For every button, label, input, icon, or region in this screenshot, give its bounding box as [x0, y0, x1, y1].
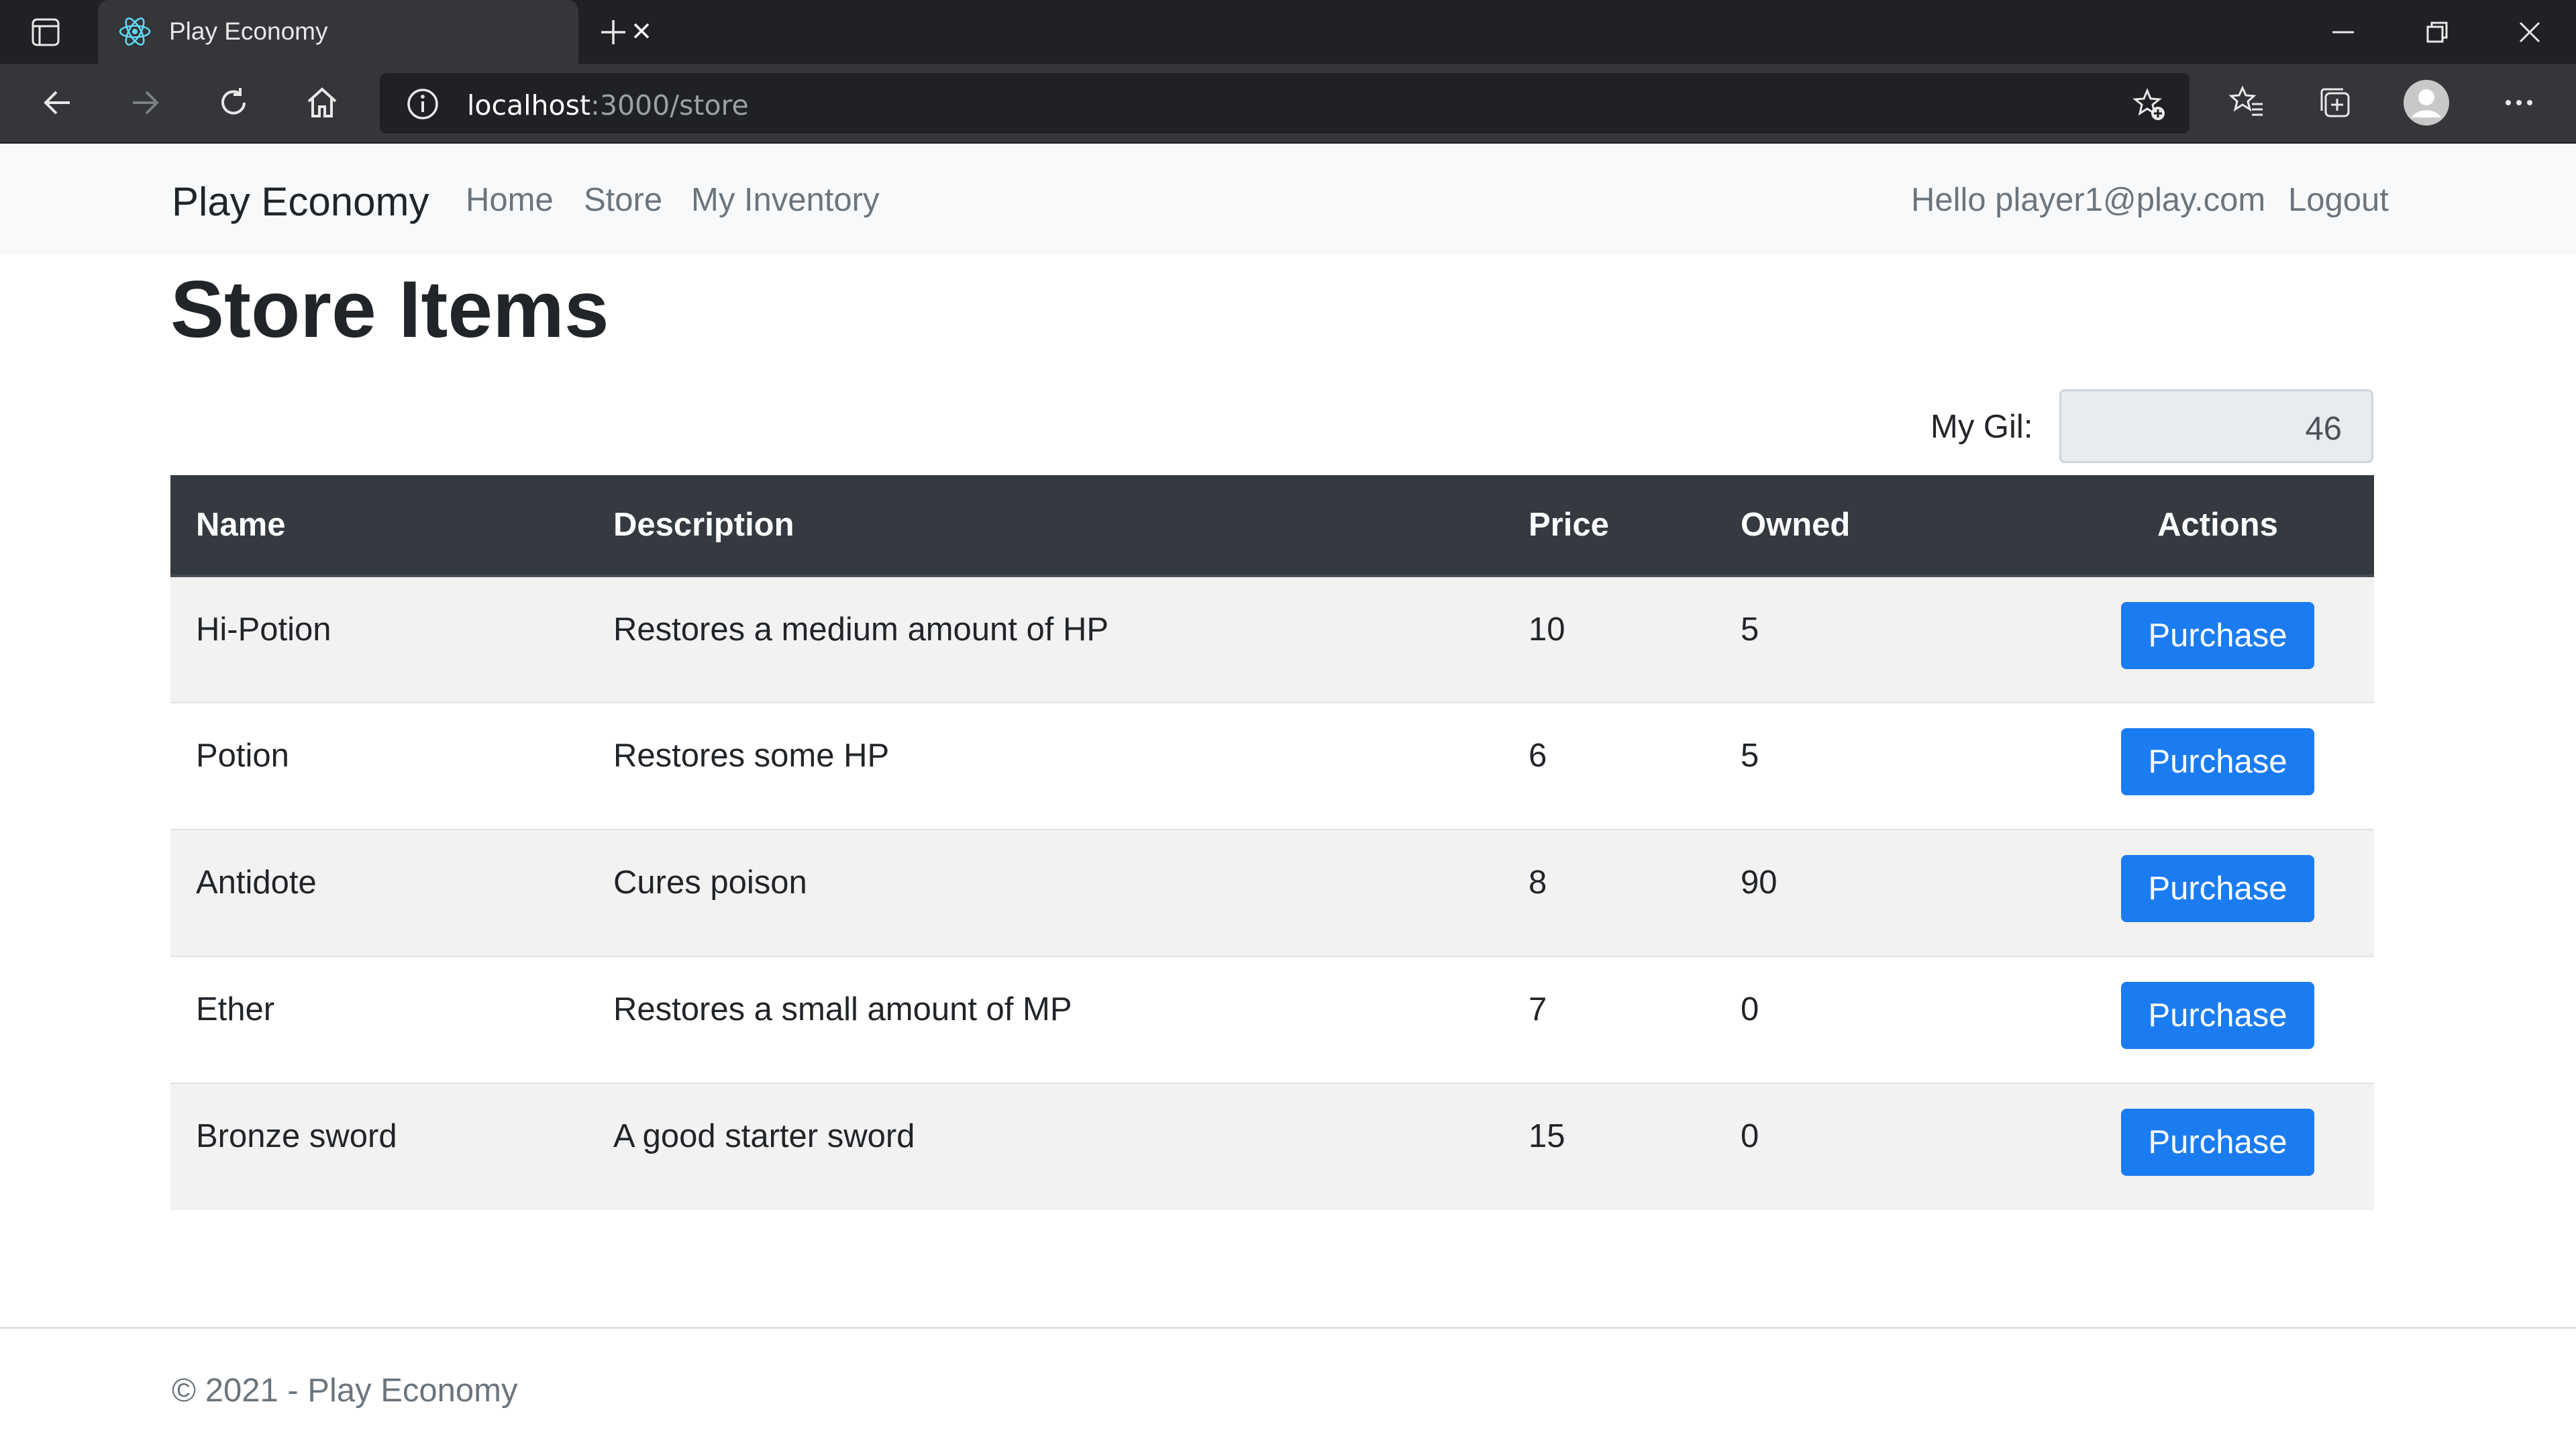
- item-owned: 5: [1715, 575, 2061, 703]
- add-favorite-icon[interactable]: [2131, 87, 2169, 128]
- more-options-icon[interactable]: [2500, 84, 2538, 125]
- item-description: A good starter sword: [588, 1083, 1503, 1210]
- url-text[interactable]: localhost:3000/store: [467, 89, 749, 121]
- page-title: Store Items: [170, 264, 609, 354]
- item-name: Bronze sword: [170, 1083, 588, 1210]
- react-icon: [118, 15, 152, 52]
- minimize-icon[interactable]: [2328, 17, 2358, 50]
- forward-icon[interactable]: [126, 84, 164, 125]
- back-icon[interactable]: [39, 84, 76, 125]
- purchase-button[interactable]: Purchase: [2121, 602, 2314, 669]
- table-row: Potion Restores some HP 6 5 Purchase: [170, 702, 2374, 830]
- store-items-table: Name Description Price Owned Actions Hi-…: [170, 475, 2374, 1210]
- brand-link[interactable]: Play Economy: [172, 179, 429, 225]
- item-actions: Purchase: [2061, 1083, 2374, 1210]
- home-icon[interactable]: [303, 84, 341, 125]
- item-description: Restores some HP: [588, 702, 1503, 830]
- browser-tab-bar: Play Economy: [0, 0, 2576, 64]
- favorites-icon[interactable]: [2228, 84, 2265, 125]
- page-footer: © 2021 - Play Economy: [0, 1327, 2576, 1451]
- item-actions: Purchase: [2061, 829, 2374, 956]
- refresh-icon[interactable]: [215, 84, 252, 125]
- item-name: Potion: [170, 702, 588, 830]
- item-price: 7: [1503, 956, 1715, 1083]
- item-owned: 90: [1715, 829, 2061, 956]
- item-price: 10: [1503, 575, 1715, 703]
- gil-value: 46: [2305, 411, 2342, 447]
- tab-actions-icon[interactable]: [31, 17, 60, 50]
- item-name: Ether: [170, 956, 588, 1083]
- header-owned: Owned: [1715, 475, 2061, 577]
- header-name: Name: [170, 475, 588, 577]
- nav-link-my-inventory[interactable]: My Inventory: [691, 181, 879, 219]
- browser-toolbar: localhost:3000/store: [0, 64, 2576, 144]
- footer-copyright: © 2021 - Play Economy: [172, 1372, 518, 1409]
- header-actions: Actions: [2061, 475, 2374, 577]
- purchase-button[interactable]: Purchase: [2121, 728, 2314, 795]
- item-description: Cures poison: [588, 829, 1503, 956]
- nav-link-home[interactable]: Home: [466, 181, 554, 219]
- item-owned: 0: [1715, 1083, 2061, 1210]
- item-price: 6: [1503, 702, 1715, 830]
- item-owned: 5: [1715, 702, 2061, 830]
- item-price: 8: [1503, 829, 1715, 956]
- tab-title: Play Economy: [169, 17, 328, 45]
- purchase-button[interactable]: Purchase: [2121, 982, 2314, 1049]
- url-path: :3000/store: [590, 89, 749, 121]
- info-icon[interactable]: [405, 87, 440, 125]
- close-tab-icon[interactable]: [628, 17, 655, 48]
- item-actions: Purchase: [2061, 702, 2374, 830]
- restore-icon[interactable]: [2422, 17, 2452, 50]
- table-row: Bronze sword A good starter sword 15 0 P…: [170, 1083, 2374, 1210]
- nav-link-store[interactable]: Store: [584, 181, 662, 219]
- item-owned: 0: [1715, 956, 2061, 1083]
- table-header-row: Name Description Price Owned Actions: [170, 475, 2374, 577]
- new-tab-icon[interactable]: [597, 16, 629, 52]
- purchase-button[interactable]: Purchase: [2121, 1109, 2314, 1176]
- gil-field: 46: [2059, 389, 2373, 463]
- url-host: localhost: [467, 89, 591, 121]
- item-price: 15: [1503, 1083, 1715, 1210]
- item-actions: Purchase: [2061, 575, 2374, 703]
- profile-avatar-icon[interactable]: [2402, 79, 2451, 130]
- item-description: Restores a small amount of MP: [588, 956, 1503, 1083]
- item-actions: Purchase: [2061, 956, 2374, 1083]
- item-description: Restores a medium amount of HP: [588, 575, 1503, 703]
- header-description: Description: [588, 475, 1503, 577]
- item-name: Hi-Potion: [170, 575, 588, 703]
- logout-link[interactable]: Logout: [2288, 181, 2389, 219]
- close-window-icon[interactable]: [2515, 17, 2544, 50]
- browser-tab[interactable]: Play Economy: [98, 0, 650, 64]
- table-row: Ether Restores a small amount of MP 7 0 …: [170, 956, 2374, 1083]
- header-price: Price: [1503, 475, 1715, 577]
- user-greeting[interactable]: Hello player1@play.com: [1911, 181, 2265, 219]
- gil-label: My Gil:: [1930, 409, 2033, 445]
- purchase-button[interactable]: Purchase: [2121, 855, 2314, 922]
- collections-icon[interactable]: [2316, 84, 2354, 125]
- table-row: Antidote Cures poison 8 90 Purchase: [170, 829, 2374, 956]
- item-name: Antidote: [170, 829, 588, 956]
- app-navbar: Play Economy Home Store My Inventory Hel…: [0, 144, 2576, 254]
- address-bar[interactable]: localhost:3000/store: [380, 73, 2189, 134]
- table-row: Hi-Potion Restores a medium amount of HP…: [170, 575, 2374, 703]
